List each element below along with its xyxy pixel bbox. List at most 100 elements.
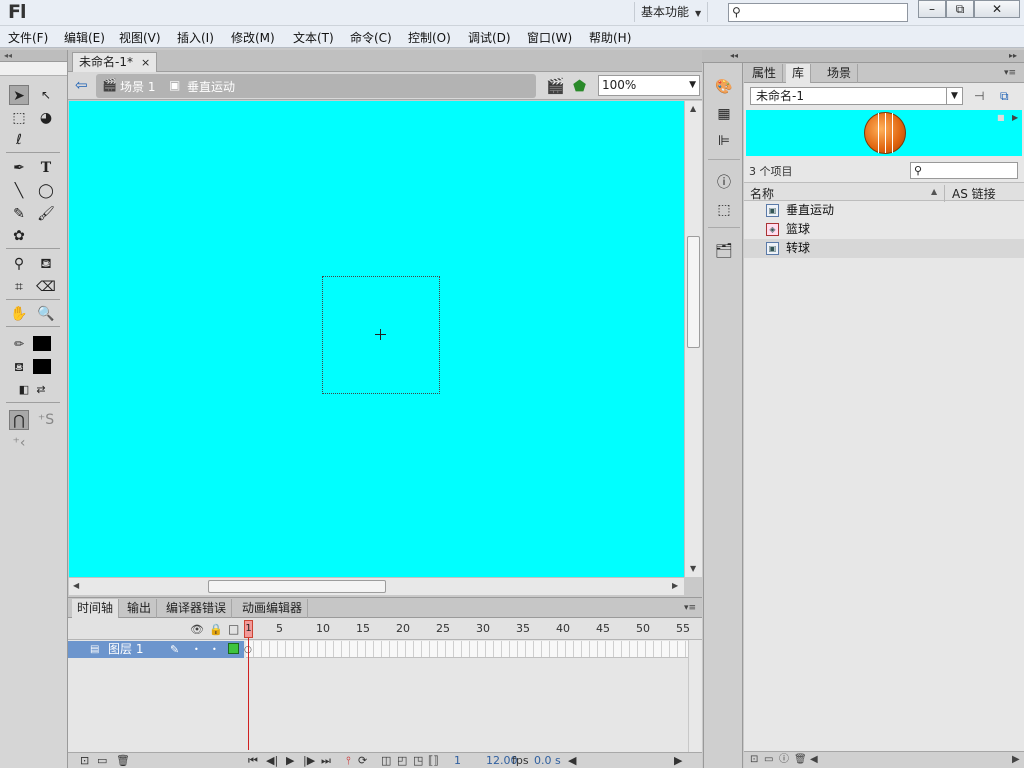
transform-icon[interactable]: ⬚: [714, 200, 734, 220]
tools-drag-strip[interactable]: [0, 62, 67, 76]
stage-horizontal-scrollbar[interactable]: ◀ ▶: [69, 577, 684, 595]
breadcrumb-symbol[interactable]: 垂直运动: [187, 78, 235, 95]
new-folder-icon[interactable]: ▭: [97, 753, 107, 768]
delete-icon[interactable]: 🗑: [794, 752, 807, 768]
column-as-linkage[interactable]: AS 链接: [944, 185, 996, 202]
breadcrumb-scene[interactable]: 场景 1: [120, 78, 155, 95]
deco-tool-icon[interactable]: ✿: [9, 226, 29, 246]
delete-layer-icon[interactable]: 🗑: [116, 753, 130, 768]
tab-timeline[interactable]: 时间轴: [72, 599, 120, 618]
close-tab-icon[interactable]: ×: [141, 56, 150, 69]
horizontal-scroll-thumb[interactable]: [208, 580, 386, 593]
menu-file[interactable]: 文件(F): [8, 29, 48, 46]
onion-skin-icon[interactable]: ◫: [381, 753, 391, 768]
stroke-color-swatch[interactable]: [33, 336, 51, 351]
tab-output[interactable]: 输出: [122, 599, 158, 618]
scroll-right-icon[interactable]: ▶: [1012, 752, 1020, 768]
minimize-button[interactable]: –: [918, 0, 946, 18]
stage-canvas[interactable]: [69, 101, 684, 577]
menu-view[interactable]: 视图(V): [119, 29, 161, 46]
last-frame-icon[interactable]: ⏭: [321, 753, 331, 768]
expand-icon[interactable]: ▸▸: [1009, 51, 1017, 60]
close-button[interactable]: ✕: [974, 0, 1020, 18]
library-item[interactable]: ◈ 篮球: [744, 220, 1024, 239]
onion-outline-icon[interactable]: ◰: [397, 753, 407, 768]
eraser-tool-icon[interactable]: ⌫: [36, 277, 56, 297]
tab-library[interactable]: 库: [786, 64, 812, 83]
play-icon[interactable]: ▶: [286, 753, 294, 768]
edit-symbols-icon[interactable]: ⬟: [573, 77, 586, 95]
menu-window[interactable]: 窗口(W): [527, 29, 572, 46]
scroll-left-icon[interactable]: ◀: [568, 753, 576, 768]
eyedropper-tool-icon[interactable]: ⌗: [9, 277, 29, 297]
menu-control[interactable]: 控制(O): [408, 29, 451, 46]
library-item-selected[interactable]: ▣ 转球: [744, 239, 1024, 258]
scroll-up-icon[interactable]: ▲: [690, 104, 696, 113]
scroll-right-icon[interactable]: ▶: [672, 581, 678, 590]
menu-text[interactable]: 文本(T): [293, 29, 334, 46]
menu-commands[interactable]: 命令(C): [350, 29, 392, 46]
menu-help[interactable]: 帮助(H): [589, 29, 631, 46]
library-item[interactable]: ▣ 垂直运动: [744, 201, 1024, 220]
panel-menu-icon[interactable]: ▾≡: [684, 603, 696, 613]
document-tab[interactable]: 未命名-1* ×: [72, 52, 158, 72]
pin-library-icon[interactable]: ⊣: [974, 89, 984, 103]
text-tool-icon[interactable]: T: [36, 158, 56, 178]
scroll-left-icon[interactable]: ◀: [73, 581, 79, 590]
brush-tool-icon[interactable]: 🖌: [36, 204, 56, 224]
next-frame-icon[interactable]: |▶: [303, 753, 315, 768]
collapse-icon[interactable]: ◂◂: [730, 51, 738, 60]
straighten-icon[interactable]: ⁺‹: [9, 433, 29, 453]
help-search-input[interactable]: ⚲: [728, 3, 908, 22]
line-tool-icon[interactable]: ╲: [9, 181, 29, 201]
swatches-icon[interactable]: ▦: [714, 104, 734, 124]
hand-tool-icon[interactable]: ✋: [9, 304, 29, 324]
color-palette-icon[interactable]: 🎨: [714, 77, 734, 97]
components-icon[interactable]: 🗂: [714, 241, 734, 261]
first-frame-icon[interactable]: ⏮: [248, 753, 258, 768]
bone-tool-icon[interactable]: ⚲: [9, 254, 29, 274]
frame-cells[interactable]: ○: [244, 641, 688, 658]
paint-bucket-tool-icon[interactable]: ⛾: [36, 254, 56, 274]
play-preview-icon[interactable]: ▶: [1012, 113, 1018, 122]
swap-colors-icon[interactable]: ⇄: [31, 380, 51, 400]
outline-color-icon[interactable]: [228, 643, 239, 654]
symbol-bounding-box[interactable]: [322, 276, 440, 394]
new-library-panel-icon[interactable]: ⧉: [1000, 89, 1009, 104]
pencil-tool-icon[interactable]: ✎: [9, 204, 29, 224]
lock-icon[interactable]: 🔒: [209, 623, 223, 636]
scroll-right-icon[interactable]: ▶: [674, 753, 682, 768]
back-arrow-icon[interactable]: ⇦: [75, 76, 88, 94]
pen-tool-icon[interactable]: ✒: [9, 158, 29, 178]
3d-rotation-tool-icon[interactable]: ◕: [36, 108, 56, 128]
stage-vertical-scrollbar[interactable]: ▲ ▼: [684, 101, 702, 577]
modify-markers-icon[interactable]: ⟦⟧: [428, 753, 439, 768]
restore-button[interactable]: ⧉: [946, 0, 974, 18]
loop-icon[interactable]: ⟳: [358, 753, 367, 768]
tab-properties[interactable]: 属性: [746, 64, 784, 83]
menu-debug[interactable]: 调试(D): [468, 29, 511, 46]
vertical-scroll-thumb[interactable]: [687, 236, 700, 348]
center-frame-icon[interactable]: ⫯: [346, 753, 351, 768]
prev-frame-icon[interactable]: ◀|: [266, 753, 278, 768]
lasso-tool-icon[interactable]: ℓ: [9, 130, 29, 150]
info-icon[interactable]: ⓘ: [714, 173, 734, 193]
sort-asc-icon[interactable]: ▲: [931, 187, 937, 196]
visibility-dot-icon[interactable]: •: [194, 645, 199, 654]
tab-motion-editor[interactable]: 动画编辑器: [237, 599, 309, 618]
tab-compiler-errors[interactable]: 编译器错误: [161, 599, 233, 618]
menu-edit[interactable]: 编辑(E): [64, 29, 105, 46]
new-symbol-icon[interactable]: ⊡: [750, 752, 758, 768]
workspace-switcher[interactable]: 基本功能 ▼: [634, 2, 709, 22]
edit-scene-icon[interactable]: 🎬: [546, 77, 565, 95]
properties-icon[interactable]: ⓘ: [779, 752, 789, 768]
new-layer-icon[interactable]: ⊡: [80, 753, 89, 768]
outline-icon[interactable]: □: [228, 622, 239, 636]
oval-tool-icon[interactable]: ◯: [36, 181, 56, 201]
free-transform-tool-icon[interactable]: ⬚: [9, 108, 29, 128]
layer-row[interactable]: ▤ 图层 1 ✎ • •: [68, 641, 244, 658]
edit-multiple-icon[interactable]: ◳: [413, 753, 423, 768]
library-document-select[interactable]: 未命名-1 ▼: [750, 87, 963, 105]
scroll-down-icon[interactable]: ▼: [690, 564, 696, 573]
right-dock-collapse-bar[interactable]: ◂◂ ▸▸: [702, 50, 1024, 63]
